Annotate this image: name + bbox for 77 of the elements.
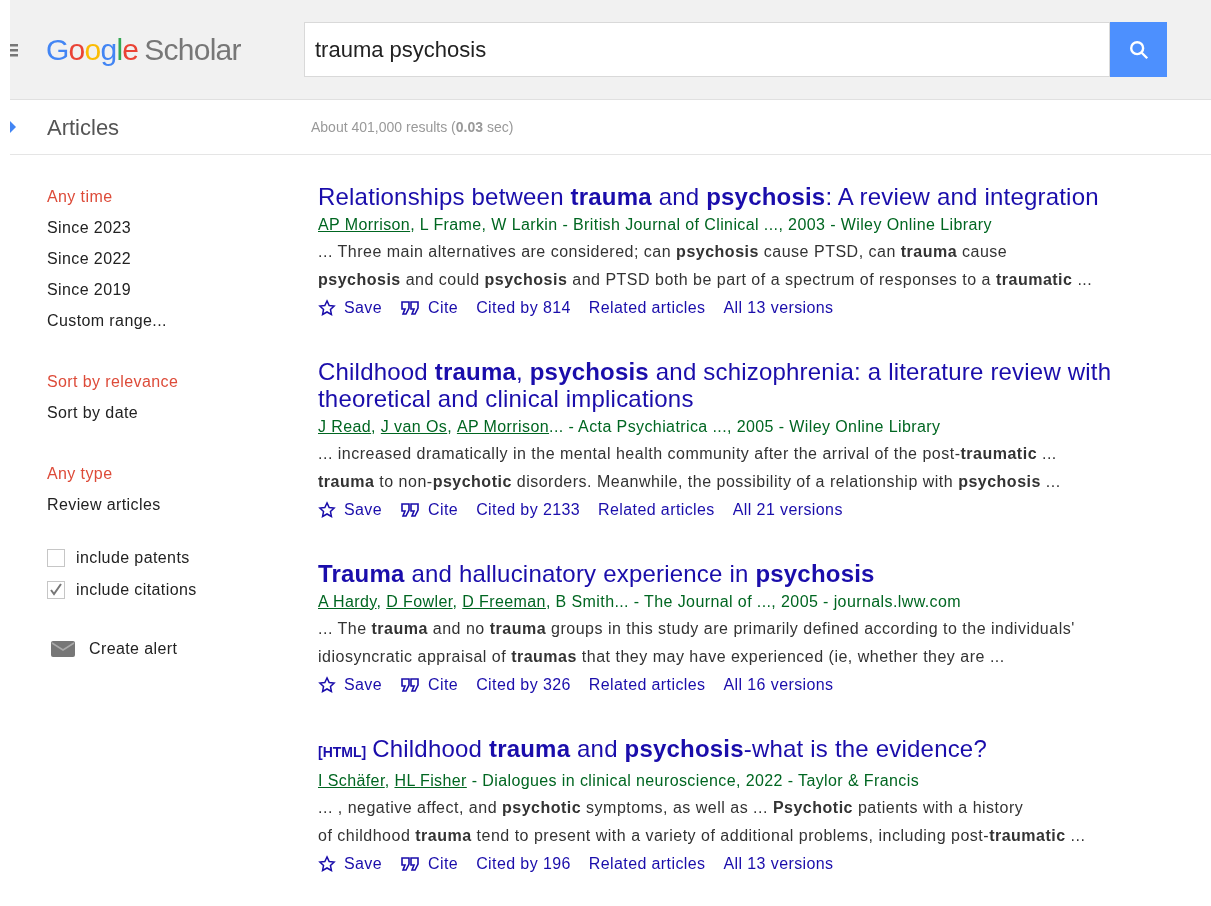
logo[interactable]: Google Scholar [46, 27, 296, 72]
save-button[interactable]: Save [318, 296, 383, 320]
save-button[interactable]: Save [318, 673, 383, 697]
star-icon [318, 501, 336, 519]
snippet-line: ... The trauma and no trauma groups in this study are primarily defined according to the individuals' [318, 619, 1075, 639]
snippet-line: ... , negative affect, and psychotic symptoms, as well as ... Psychotic patients with a history [318, 798, 1024, 818]
result-link[interactable]: Related articles [598, 498, 715, 522]
star-icon [318, 299, 336, 317]
checkbox-label[interactable]: include citations [76, 579, 197, 601]
filter-link[interactable]: Since 2019 [47, 280, 318, 300]
author-link[interactable]: J Read, [318, 417, 381, 437]
format-tag: [HTML] [318, 739, 367, 766]
search-icon [1127, 38, 1150, 61]
result-title-link[interactable]: Childhood trauma and psychosis-what is the evidence? [372, 735, 987, 762]
quote-icon [400, 856, 421, 872]
filter-link[interactable]: Sort by relevance [47, 372, 318, 392]
result-link[interactable]: Cited by 2133 [476, 498, 581, 522]
create-alert-link[interactable]: Create alert [89, 637, 178, 661]
author-link[interactable]: AP Morrison [456, 417, 550, 437]
result-link[interactable]: Related articles [588, 673, 706, 697]
filter-link[interactable]: Any time [47, 187, 318, 207]
filter-link[interactable]: Custom range... [47, 311, 318, 331]
result-link[interactable]: Related articles [588, 296, 706, 320]
result-link[interactable]: All 13 versions [723, 852, 834, 876]
snippet-line: ... Three main alternatives are considered; can psychosis cause PTSD, can trauma cause [318, 242, 1008, 262]
envelope-icon [51, 641, 75, 657]
filter-link[interactable]: Review articles [47, 495, 318, 515]
quote-icon [400, 677, 421, 693]
author-link[interactable]: I Schäfer, [318, 771, 395, 791]
result-title-link[interactable]: Relationships between trauma and psychosis: A review and integration [318, 183, 1099, 210]
source-text: - Dialogues in clinical neuroscience, 2022 - Taylor & Francis [470, 771, 920, 791]
author-link[interactable]: J van Os, [380, 417, 457, 437]
author-link[interactable]: D Freeman [462, 592, 546, 612]
snippet-line: ... increased dramatically in the mental health community after the arrival of the post-traumatic ... [318, 444, 1057, 464]
result-link[interactable]: All 21 versions [732, 498, 843, 522]
source-text: , L Frame, W Larkin - British Journal of Clinical ..., 2003 - Wiley Online Library [410, 215, 992, 235]
results-count: About 401,000 results (0.03 sec) [311, 117, 514, 137]
checkbox[interactable] [47, 549, 65, 567]
result-link[interactable]: Cited by 326 [476, 673, 571, 697]
author-link[interactable]: A Hardy, [318, 592, 387, 612]
result-title-link[interactable]: Trauma and hallucinatory experience in psychosis [318, 560, 875, 587]
star-icon [318, 855, 336, 873]
quote-icon [400, 300, 421, 316]
cite-button[interactable]: Cite [400, 673, 459, 697]
author-link[interactable]: AP Morrison [318, 215, 411, 235]
result-link[interactable]: All 16 versions [723, 673, 834, 697]
source-text: ... - Acta Psychiatrica ..., 2005 - Wiley Online Library [549, 417, 941, 437]
result-link[interactable]: Cited by 814 [476, 296, 571, 320]
result-title-link[interactable]: Childhood trauma, psychosis and schizophrenia: a literature review with theoretical and clinical implications [318, 358, 1168, 412]
author-link[interactable]: HL Fisher [394, 771, 467, 791]
filter-link[interactable]: Any type [47, 464, 318, 484]
quote-icon [400, 502, 421, 518]
snippet-line: trauma to non-psychotic disorders. Meanwhile, the possibility of a relationship with psychosis ... [318, 472, 1061, 492]
source-text: , B Smith... - The Journal of ..., 2005 - journals.lww.com [545, 592, 961, 612]
result-link[interactable]: Cited by 196 [476, 852, 571, 876]
result-link[interactable]: All 13 versions [723, 296, 834, 320]
triangle-icon [10, 121, 16, 133]
search-button[interactable] [1110, 22, 1167, 77]
star-icon [318, 676, 336, 694]
filter-link[interactable]: Sort by date [47, 403, 318, 423]
save-button[interactable]: Save [318, 852, 383, 876]
filter-link[interactable]: Since 2022 [47, 249, 318, 269]
author-link[interactable]: D Fowler, [386, 592, 463, 612]
search-field[interactable]: trauma psychosis [304, 22, 1110, 77]
section-title[interactable]: Articles [47, 110, 311, 144]
cite-button[interactable]: Cite [400, 296, 459, 320]
snippet-line: of childhood trauma tend to present with a variety of additional problems, including post-traumatic ... [318, 826, 1086, 846]
checkbox-label[interactable]: include patents [76, 547, 190, 569]
cite-button[interactable]: Cite [400, 498, 459, 522]
result-link[interactable]: Related articles [588, 852, 706, 876]
menu-icon[interactable] [10, 41, 18, 58]
cite-button[interactable]: Cite [400, 852, 459, 876]
snippet-line: idiosyncratic appraisal of traumas that they may have experienced (ie, whether they are ... [318, 647, 1005, 667]
checkbox[interactable] [47, 581, 65, 599]
save-button[interactable]: Save [318, 498, 383, 522]
filter-link[interactable]: Since 2023 [47, 218, 318, 238]
snippet-line: psychosis and could psychosis and PTSD both be part of a spectrum of responses to a traumatic ... [318, 270, 1093, 290]
